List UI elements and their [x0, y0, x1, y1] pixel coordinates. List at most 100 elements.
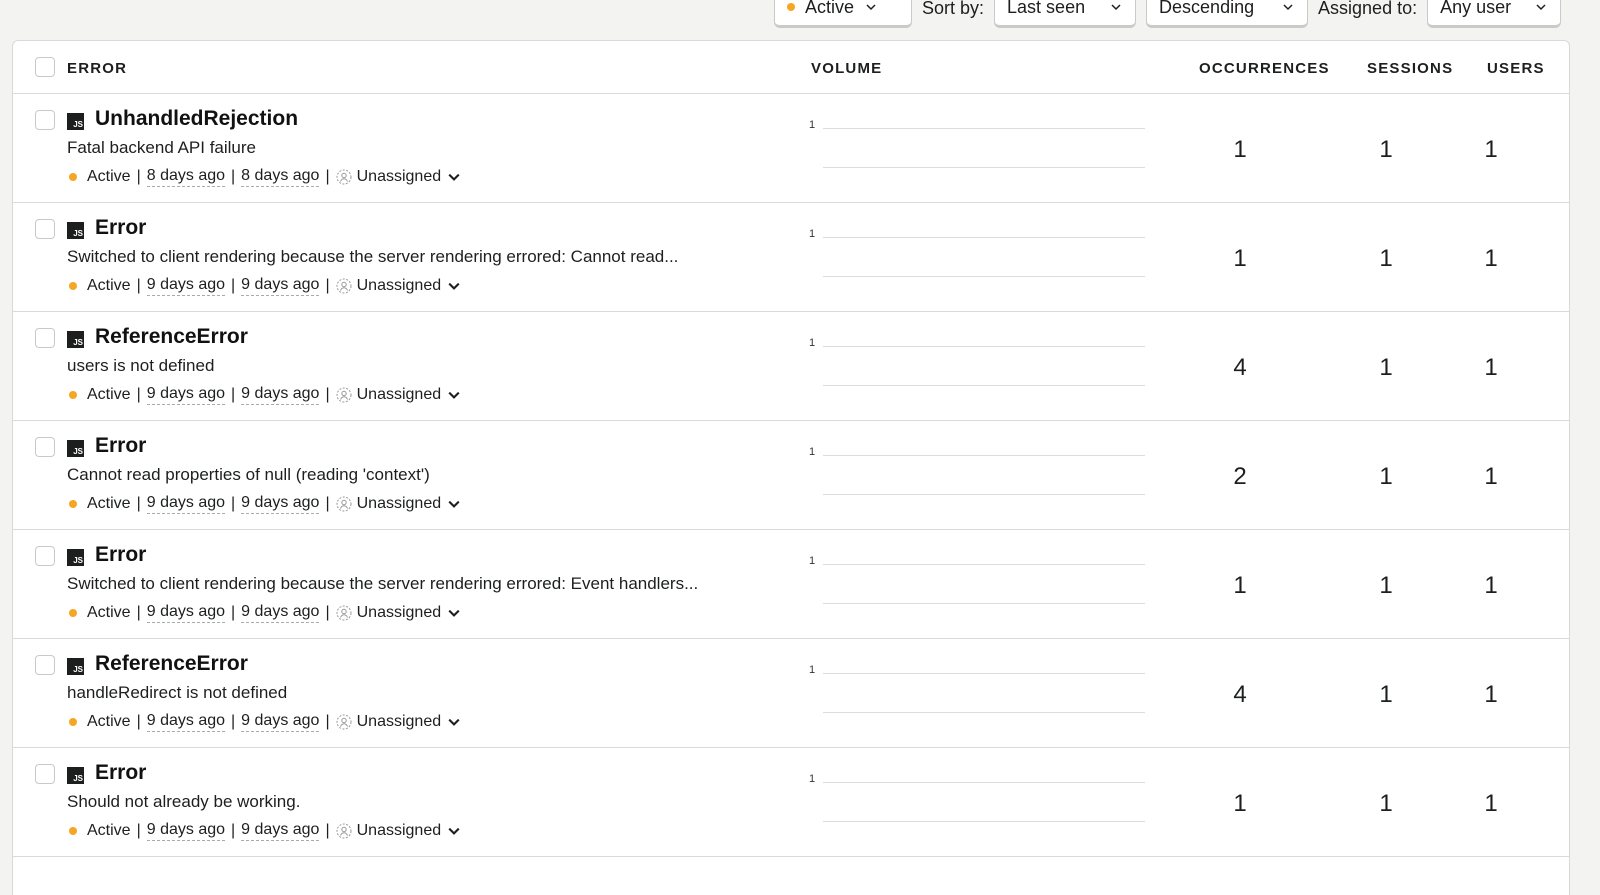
- volume-sparkline: 1: [809, 337, 1149, 386]
- assigned-to-value: Any user: [1440, 0, 1512, 17]
- last-seen: 9 days ago: [241, 276, 320, 296]
- table-body: JS UnhandledRejection Fatal backend API …: [13, 94, 1569, 857]
- volume-axis-label: 1: [809, 555, 816, 567]
- row-checkbox[interactable]: [35, 110, 55, 130]
- occurrences-count: 4: [1233, 681, 1247, 708]
- last-seen: 9 days ago: [241, 712, 320, 732]
- status-dot-icon: [69, 609, 77, 617]
- sessions-count: 1: [1379, 463, 1393, 490]
- separator: |: [325, 495, 330, 512]
- volume-sparkline: 1: [809, 446, 1149, 495]
- error-meta: Active | 8 days ago | 8 days ago | Unass…: [69, 167, 462, 187]
- error-title[interactable]: Error: [95, 761, 146, 785]
- sessions-count: 1: [1379, 354, 1393, 381]
- users-count: 1: [1484, 681, 1498, 708]
- row-checkbox[interactable]: [35, 328, 55, 348]
- volume-sparkline: 1: [809, 228, 1149, 277]
- chevron-down-icon: [866, 4, 876, 11]
- assigned-to-label: Assigned to:: [1318, 0, 1418, 18]
- sort-by-value: Last seen: [1007, 0, 1086, 17]
- assignee-name: Unassigned: [356, 604, 442, 621]
- separator: |: [231, 277, 236, 294]
- error-meta: Active | 9 days ago | 9 days ago | Unass…: [69, 385, 462, 405]
- header-volume: VOLUME: [811, 60, 883, 77]
- error-message: Switched to client rendering because the…: [67, 574, 699, 593]
- filter-bar: Active Sort by: Last seen Descending Ass…: [774, 0, 1562, 28]
- assignee-dropdown[interactable]: Unassigned: [336, 713, 463, 731]
- volume-sparkline: 1: [809, 664, 1149, 713]
- sparkline-gridline-bottom: [823, 276, 1145, 277]
- error-message: Cannot read properties of null (reading …: [67, 465, 430, 484]
- sparkline-gridline-bottom: [823, 385, 1145, 386]
- sessions-count: 1: [1379, 790, 1393, 817]
- javascript-icon: JS: [67, 440, 84, 457]
- volume-axis-label: 1: [809, 228, 816, 240]
- error-message: Switched to client rendering because the…: [67, 247, 679, 266]
- row-checkbox[interactable]: [35, 437, 55, 457]
- error-title[interactable]: ReferenceError: [95, 325, 248, 349]
- assignee-dropdown[interactable]: Unassigned: [336, 277, 463, 295]
- sparkline-gridline-bottom: [823, 821, 1145, 822]
- sparkline-gridline-top: [823, 782, 1145, 783]
- volume-sparkline: 1: [809, 773, 1149, 822]
- user-icon: [336, 278, 352, 294]
- assignee-dropdown[interactable]: Unassigned: [336, 604, 463, 622]
- last-seen: 9 days ago: [241, 603, 320, 623]
- separator: |: [231, 386, 236, 403]
- header-occurrences: OCCURRENCES: [1199, 60, 1330, 77]
- assignee-dropdown[interactable]: Unassigned: [336, 822, 463, 840]
- table-row[interactable]: JS ReferenceError handleRedirect is not …: [13, 639, 1569, 748]
- table-row[interactable]: JS ReferenceError users is not defined A…: [13, 312, 1569, 421]
- error-title[interactable]: UnhandledRejection: [95, 107, 298, 131]
- last-seen: 8 days ago: [241, 167, 320, 187]
- occurrences-count: 2: [1233, 463, 1247, 490]
- table-row[interactable]: JS Error Switched to client rendering be…: [13, 203, 1569, 312]
- sort-by-dropdown[interactable]: Last seen: [994, 0, 1137, 28]
- status-dot-icon: [69, 282, 77, 290]
- user-icon: [336, 823, 352, 839]
- users-count: 1: [1484, 463, 1498, 490]
- assignee-dropdown[interactable]: Unassigned: [336, 168, 463, 186]
- assignee-name: Unassigned: [356, 277, 442, 294]
- assignee-dropdown[interactable]: Unassigned: [336, 495, 463, 513]
- javascript-icon: JS: [67, 113, 84, 130]
- error-title[interactable]: Error: [95, 543, 146, 567]
- chevron-down-icon: [448, 609, 460, 617]
- error-meta: Active | 9 days ago | 9 days ago | Unass…: [69, 276, 462, 296]
- javascript-icon: JS: [67, 658, 84, 675]
- row-checkbox[interactable]: [35, 655, 55, 675]
- status-text: Active: [87, 713, 131, 730]
- error-title[interactable]: Error: [95, 434, 146, 458]
- error-title[interactable]: Error: [95, 216, 146, 240]
- scrollbar[interactable]: [1578, 0, 1600, 895]
- status-filter-dropdown[interactable]: Active: [774, 0, 912, 28]
- separator: |: [325, 713, 330, 730]
- table-row[interactable]: JS Error Switched to client rendering be…: [13, 530, 1569, 639]
- sessions-count: 1: [1379, 245, 1393, 272]
- error-title[interactable]: ReferenceError: [95, 652, 248, 676]
- select-all-checkbox[interactable]: [35, 57, 55, 77]
- row-checkbox[interactable]: [35, 546, 55, 566]
- status-dot-icon: [787, 3, 795, 11]
- status-text: Active: [87, 495, 131, 512]
- row-checkbox[interactable]: [35, 219, 55, 239]
- volume-axis-label: 1: [809, 337, 816, 349]
- separator: |: [136, 168, 141, 185]
- status-text: Active: [87, 168, 131, 185]
- table-row[interactable]: JS UnhandledRejection Fatal backend API …: [13, 94, 1569, 203]
- separator: |: [136, 713, 141, 730]
- sort-order-dropdown[interactable]: Descending: [1146, 0, 1309, 28]
- table-header: ERROR VOLUME OCCURRENCES SESSIONS USERS: [13, 41, 1569, 94]
- error-meta: Active | 9 days ago | 9 days ago | Unass…: [69, 603, 462, 623]
- status-filter-value: Active: [805, 0, 855, 17]
- table-row[interactable]: JS Error Should not already be working. …: [13, 748, 1569, 857]
- occurrences-count: 1: [1233, 245, 1247, 272]
- user-icon: [336, 169, 352, 185]
- users-count: 1: [1484, 790, 1498, 817]
- table-row[interactable]: JS Error Cannot read properties of null …: [13, 421, 1569, 530]
- chevron-down-icon: [448, 827, 460, 835]
- assignee-dropdown[interactable]: Unassigned: [336, 386, 463, 404]
- assigned-to-dropdown[interactable]: Any user: [1427, 0, 1562, 28]
- row-checkbox[interactable]: [35, 764, 55, 784]
- sparkline-gridline-bottom: [823, 167, 1145, 168]
